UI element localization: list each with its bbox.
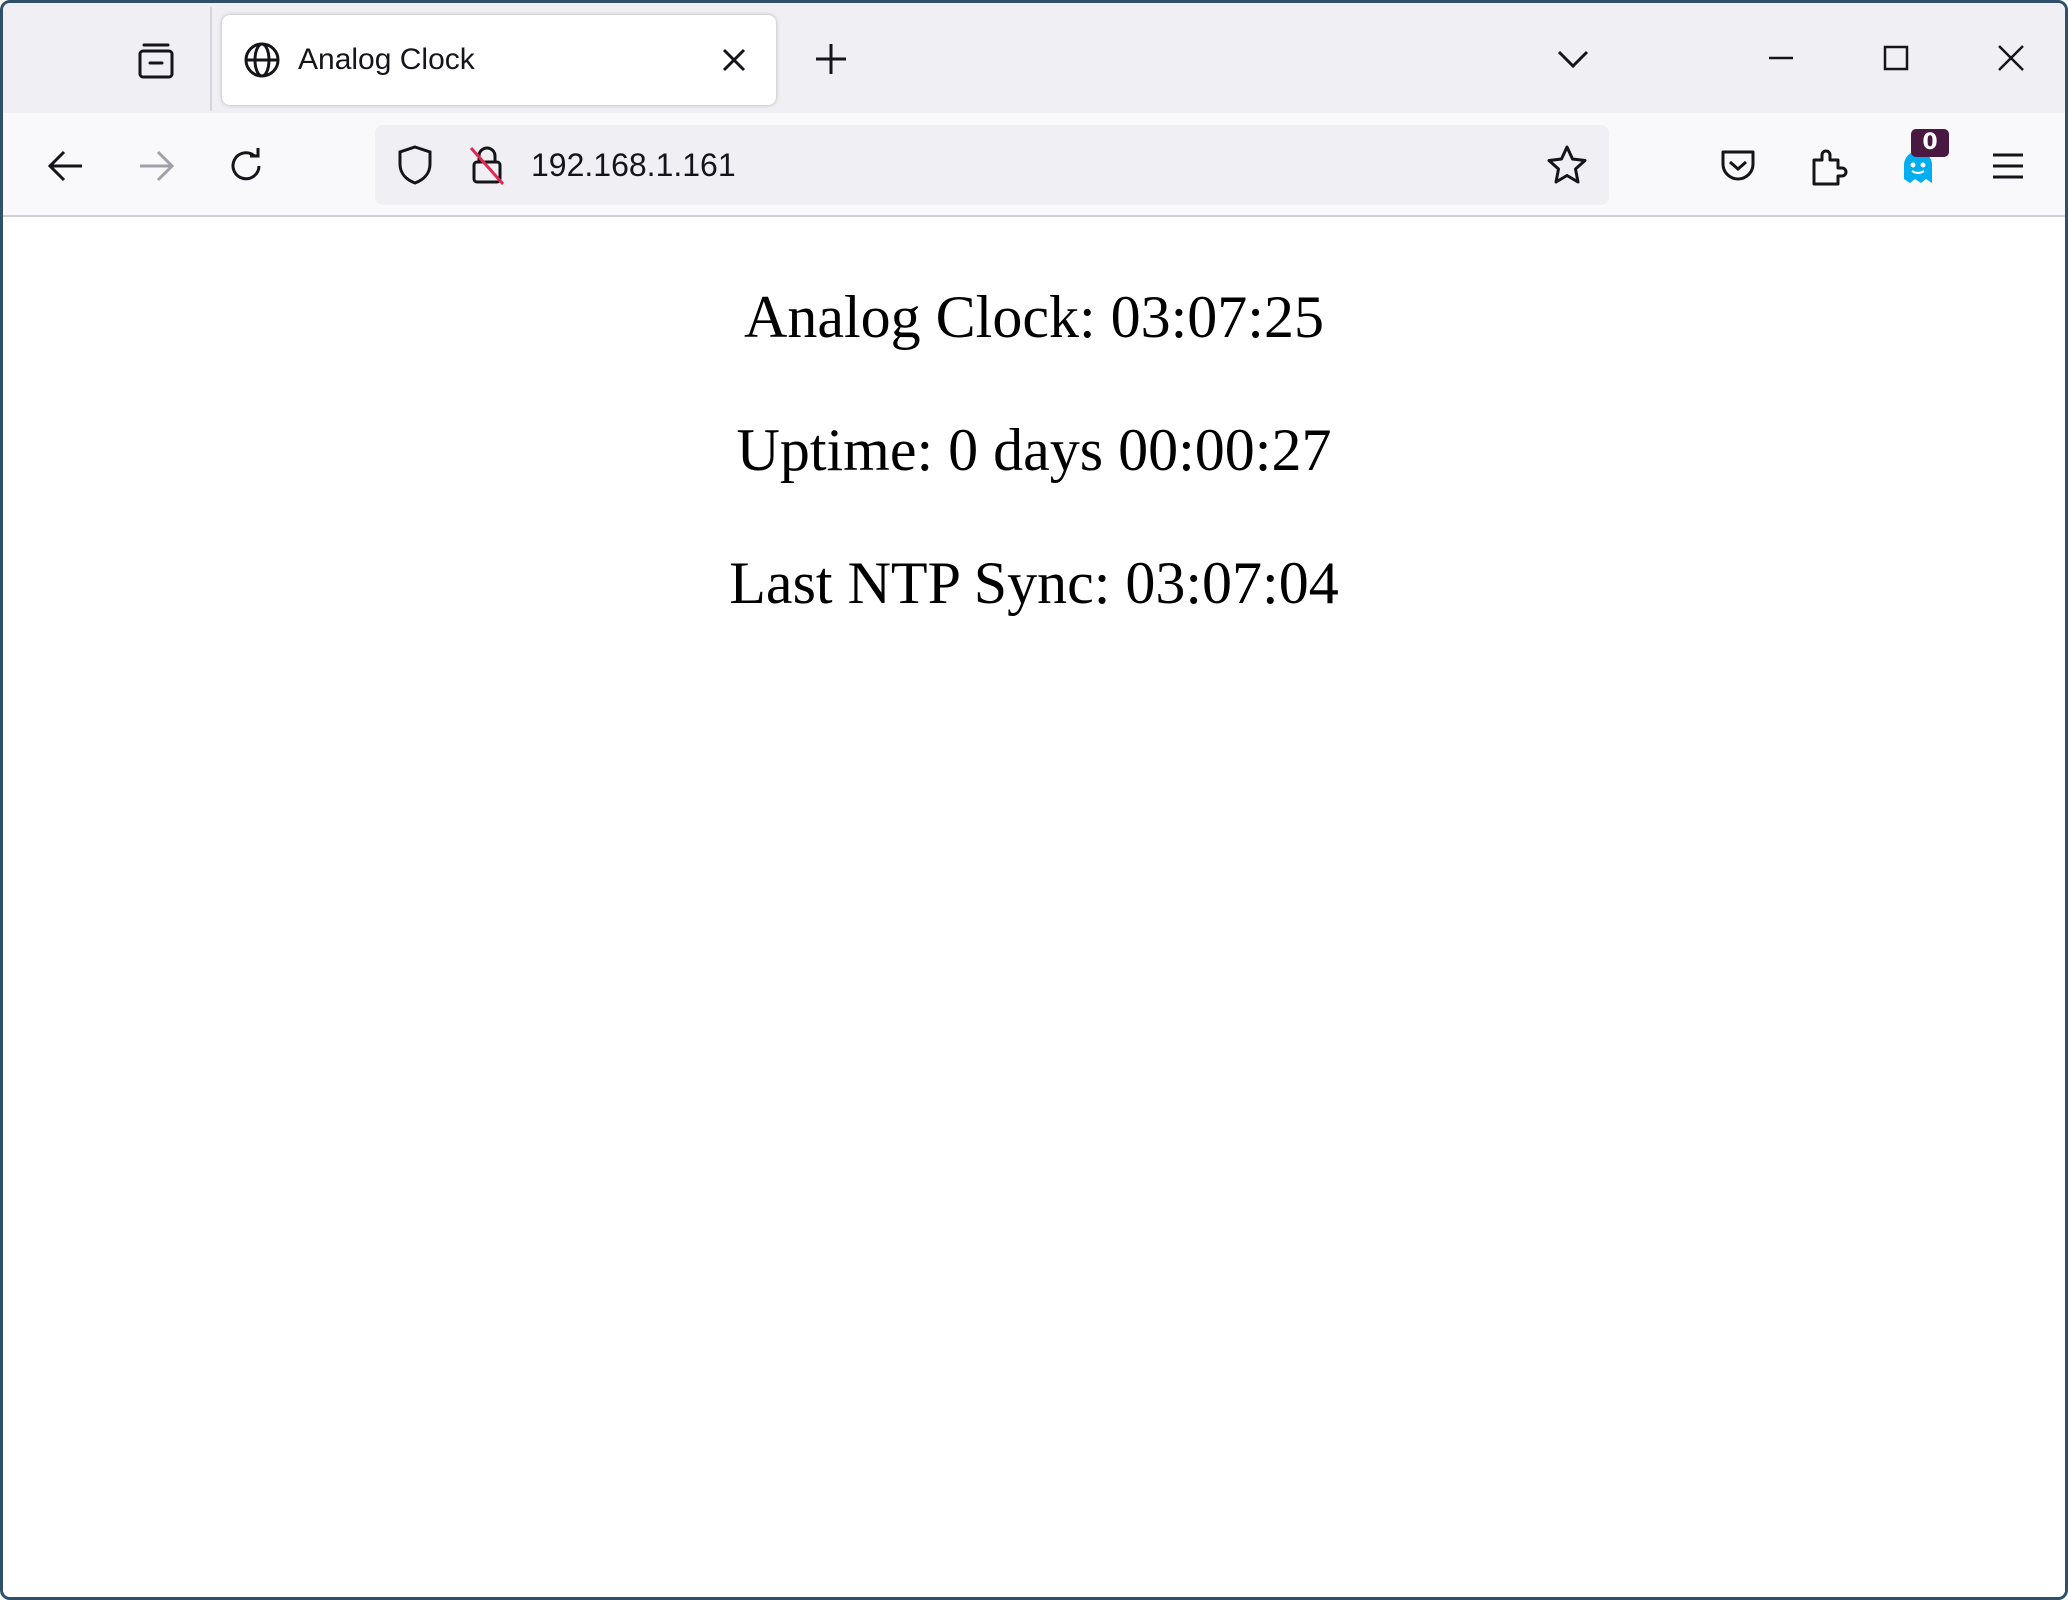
page-content: Analog Clock: 03:07:25 Uptime: 0 days 00… bbox=[3, 217, 2065, 1597]
minimize-icon bbox=[1769, 56, 1793, 60]
address-bar[interactable]: 192.168.1.161 bbox=[375, 125, 1609, 205]
tab-close-button[interactable] bbox=[710, 36, 758, 84]
tab-strip-divider bbox=[210, 7, 212, 111]
hamburger-menu-icon bbox=[1993, 153, 2023, 179]
maximize-icon bbox=[1883, 45, 1909, 71]
close-icon bbox=[722, 48, 746, 72]
arrow-left-icon bbox=[47, 150, 82, 182]
reload-icon bbox=[231, 148, 261, 181]
chevron-down-icon bbox=[1557, 50, 1589, 69]
bookmark-button[interactable] bbox=[1541, 139, 1593, 191]
back-button[interactable] bbox=[35, 135, 97, 197]
insecure-lock-icon bbox=[469, 146, 505, 185]
browser-window: Analog Clock 192.168.1.161 0 Analog Cloc… bbox=[0, 0, 2068, 1600]
analog-clock-time: Analog Clock: 03:07:25 bbox=[744, 284, 1324, 350]
application-menu-button[interactable] bbox=[1977, 135, 2039, 197]
pocket-button[interactable] bbox=[1707, 135, 1769, 197]
pocket-icon bbox=[1721, 150, 1755, 181]
tracking-protection-button[interactable] bbox=[393, 143, 437, 187]
tab-strip: Analog Clock bbox=[3, 3, 2065, 113]
navigation-toolbar: 192.168.1.161 0 bbox=[3, 113, 2065, 217]
star-icon bbox=[1547, 145, 1587, 184]
minimize-button[interactable] bbox=[1741, 21, 1821, 95]
close-icon bbox=[1998, 45, 2024, 71]
maximize-button[interactable] bbox=[1856, 21, 1936, 95]
new-tab-button[interactable] bbox=[803, 31, 859, 87]
puzzle-piece-icon bbox=[1812, 149, 1848, 186]
uptime-text: Uptime: 0 days 00:00:27 bbox=[736, 417, 1332, 483]
arrow-right-icon bbox=[140, 150, 175, 182]
firefox-view-button[interactable] bbox=[121, 29, 191, 93]
tab-analog-clock[interactable]: Analog Clock bbox=[222, 15, 776, 105]
reload-button[interactable] bbox=[215, 135, 277, 197]
forward-button[interactable] bbox=[125, 135, 187, 197]
firefox-view-icon bbox=[138, 43, 174, 79]
globe-icon bbox=[244, 42, 280, 78]
site-security-button[interactable] bbox=[465, 143, 509, 187]
last-ntp-sync-text: Last NTP Sync: 03:07:04 bbox=[729, 550, 1339, 616]
window-close-button[interactable] bbox=[1971, 21, 2051, 95]
plus-icon bbox=[816, 44, 846, 74]
extension-badge: 0 bbox=[1911, 129, 1949, 157]
url-text[interactable]: 192.168.1.161 bbox=[531, 143, 736, 187]
list-all-tabs-button[interactable] bbox=[1543, 29, 1603, 89]
shield-icon bbox=[398, 145, 432, 185]
tab-title: Analog Clock bbox=[298, 43, 475, 76]
extensions-button[interactable] bbox=[1797, 135, 1859, 197]
